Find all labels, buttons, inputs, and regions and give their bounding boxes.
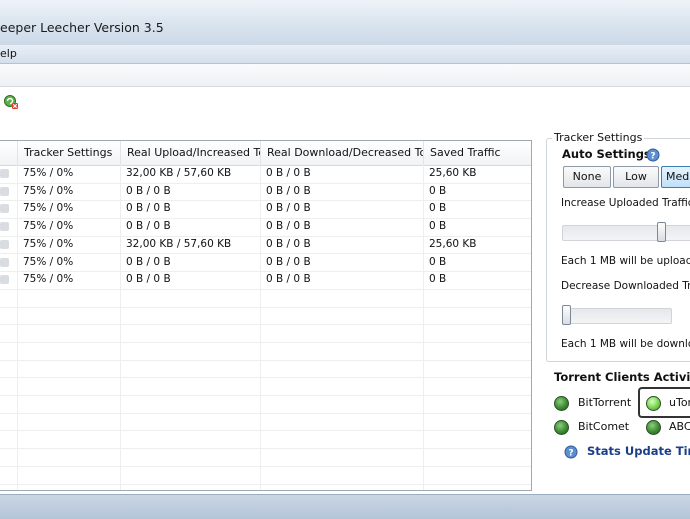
increase-upload-slider[interactable]	[562, 225, 690, 241]
svg-text:?: ?	[650, 152, 655, 162]
table-cell: 25,60 KB	[429, 167, 477, 179]
clients-activity-title: Torrent Clients Activity	[554, 370, 690, 384]
table-cell: 75% / 0%	[23, 255, 74, 268]
table-row[interactable]: 75% / 0% 0 B / 0 B 0 B / 0 B 0 B	[0, 271, 531, 290]
table-row[interactable]	[0, 448, 531, 467]
table-row[interactable]	[0, 395, 531, 414]
column-tracker-settings[interactable]: Tracker Settings	[17, 141, 122, 165]
table-row[interactable]	[0, 413, 531, 432]
table-row[interactable]	[0, 466, 531, 485]
table-row[interactable]	[0, 360, 531, 379]
grid-header: Tracker Settings Real Upload/Increased T…	[0, 141, 531, 166]
stats-update-time: Stats Update Time	[587, 444, 690, 458]
table-row[interactable]	[0, 307, 531, 326]
column-saved-traffic[interactable]: Saved Traffic	[423, 141, 531, 165]
table-cell: 0 B / 0 B	[126, 184, 171, 197]
table-row[interactable]	[0, 377, 531, 397]
table-cell: 0 B	[429, 202, 447, 215]
column-real-download[interactable]: Real Download/Decreased To	[260, 141, 424, 165]
table-cell: 0 B / 0 B	[266, 184, 311, 197]
decrease-download-slider[interactable]	[562, 308, 672, 324]
bitcomet-status-icon	[554, 420, 569, 435]
table-cell: 32,00 KB / 57,60 KB	[126, 237, 232, 250]
table-row[interactable]	[0, 324, 531, 343]
table-cell: 75% / 0%	[23, 220, 74, 233]
menu-item-help[interactable]: elp	[0, 47, 17, 60]
abc-status-icon	[646, 420, 661, 435]
table-cell: 0 B / 0 B	[126, 202, 171, 215]
table-cell: 0 B / 0 B	[266, 167, 311, 179]
table-row[interactable]	[0, 289, 531, 308]
table-cell: 25,60 KB	[429, 237, 477, 250]
help-icon[interactable]: ?	[646, 148, 660, 162]
increase-upload-note: Each 1 MB will be uploaded	[561, 255, 690, 267]
row-status-icon	[0, 186, 9, 196]
row-status-icon	[0, 204, 9, 214]
table-cell: 0 B	[429, 220, 447, 233]
table-row[interactable]: 75% / 0% 32,00 KB / 57,60 KB 0 B / 0 B 25,6…	[0, 165, 531, 184]
window-bottom-frame	[0, 494, 690, 519]
client-utorrent: uTor	[669, 396, 690, 409]
preset-low-button[interactable]: Low	[613, 166, 659, 188]
preset-medium-button[interactable]: Medi	[661, 166, 690, 188]
table-row[interactable]: 75% / 0% 32,00 KB / 57,60 KB 0 B / 0 B 25,6…	[0, 236, 531, 255]
table-cell: 0 B	[429, 255, 447, 268]
table-cell: 0 B	[429, 184, 447, 197]
increase-upload-slider-thumb[interactable]	[656, 222, 666, 242]
decrease-download-note: Each 1 MB will be downloa	[561, 338, 690, 350]
row-status-icon	[0, 169, 9, 178]
table-cell: 75% / 0%	[23, 273, 74, 286]
svg-text:?: ?	[568, 449, 573, 459]
table-cell: 32,00 KB / 57,60 KB	[126, 167, 232, 179]
table-row[interactable]: 75% / 0% 0 B / 0 B 0 B / 0 B 0 B	[0, 218, 531, 237]
table-cell: 0 B / 0 B	[266, 202, 311, 215]
table-row[interactable]: 75% / 0% 0 B / 0 B 0 B / 0 B 0 B	[0, 183, 531, 202]
table-row[interactable]: 75% / 0% 0 B / 0 B 0 B / 0 B 0 B	[0, 200, 531, 220]
utorrent-status-icon	[646, 396, 661, 411]
client-bittorrent: BitTorrent	[578, 396, 632, 409]
table-cell: 75% / 0%	[23, 167, 74, 179]
bittorrent-status-icon	[554, 396, 569, 411]
tracker-settings-title: Tracker Settings	[552, 131, 645, 144]
torrent-grid: Tracker Settings Real Upload/Increased T…	[0, 140, 532, 491]
table-row[interactable]	[0, 342, 531, 361]
table-row[interactable]: 75% / 0% 0 B / 0 B 0 B / 0 B 0 B	[0, 254, 531, 273]
toolbar-strip	[0, 64, 690, 87]
table-cell: 0 B	[429, 273, 447, 286]
menu-bar: elp	[0, 45, 690, 64]
refresh-remove-icon[interactable]	[3, 94, 19, 110]
table-row[interactable]	[0, 431, 531, 450]
increase-upload-label: Increase Uploaded Traffic	[561, 197, 690, 209]
window-title: eeper Leecher Version 3.5	[0, 20, 164, 35]
row-status-icon	[0, 222, 9, 232]
table-cell: 0 B / 0 B	[126, 273, 171, 286]
auto-settings-title: Auto Settings	[562, 147, 651, 161]
table-cell: 0 B / 0 B	[266, 220, 311, 233]
decrease-download-label: Decrease Downloaded Tra	[561, 280, 690, 292]
table-cell: 0 B / 0 B	[266, 237, 311, 250]
table-cell: 0 B / 0 B	[126, 220, 171, 233]
table-cell: 75% / 0%	[23, 202, 74, 215]
title-bar: eeper Leecher Version 3.5	[0, 0, 690, 46]
row-status-icon	[0, 275, 9, 285]
client-bitcomet: BitComet	[578, 420, 630, 433]
table-cell: 75% / 0%	[23, 237, 74, 250]
row-status-icon	[0, 239, 9, 249]
decrease-download-slider-thumb[interactable]	[562, 305, 571, 325]
table-cell: 0 B / 0 B	[126, 255, 171, 268]
table-cell: 0 B / 0 B	[266, 255, 311, 268]
table-cell: 0 B / 0 B	[266, 273, 311, 286]
client-abc: ABC	[669, 420, 690, 433]
table-cell: 75% / 0%	[23, 184, 74, 197]
preset-none-button[interactable]: None	[563, 166, 611, 188]
column-real-upload[interactable]: Real Upload/Increased To	[120, 141, 261, 165]
stats-help-icon[interactable]: ?	[564, 445, 578, 459]
row-status-icon	[0, 257, 9, 267]
